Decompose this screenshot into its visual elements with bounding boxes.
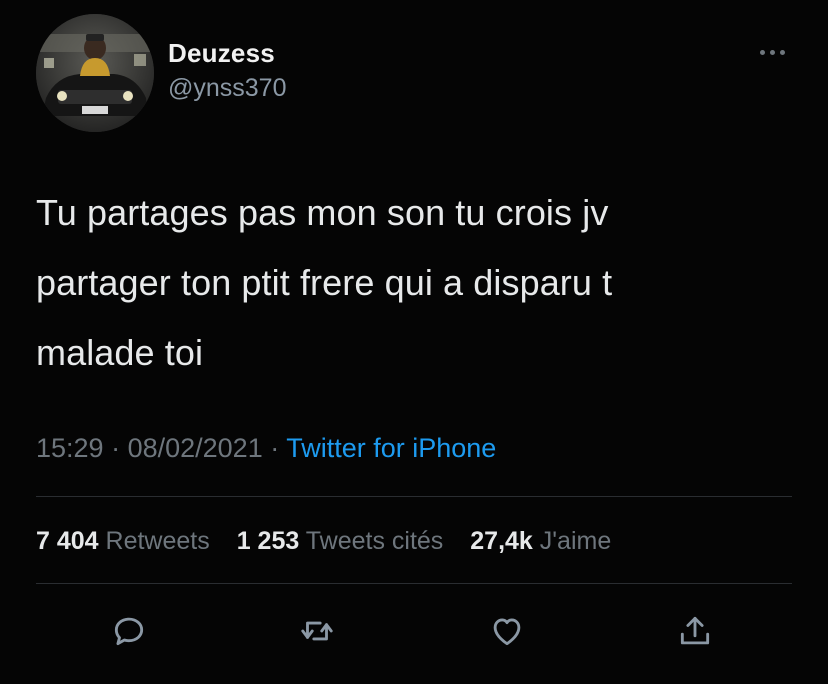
tweet-time: 15:29 — [36, 433, 104, 463]
retweet-icon[interactable] — [298, 612, 336, 650]
more-dot — [760, 50, 765, 55]
display-name[interactable]: Deuzess — [168, 38, 287, 68]
meta-separator: · — [103, 433, 128, 463]
divider — [36, 496, 792, 497]
user-handle[interactable]: @ynss370 — [168, 72, 287, 104]
likes-label[interactable]: J'aime — [540, 527, 611, 555]
tweet-detail: Deuzess @ynss370 Tu partages pas mon son… — [0, 0, 828, 684]
quotes-label[interactable]: Tweets cités — [306, 527, 444, 555]
tweet-text: Tu partages pas mon son tu crois jv part… — [36, 192, 613, 373]
reply-icon[interactable] — [110, 612, 148, 650]
tweet-stats: 7 404 Retweets 1 253 Tweets cités 27,4k … — [36, 523, 631, 559]
retweets-count[interactable]: 7 404 — [36, 527, 99, 555]
action-bar — [0, 604, 828, 654]
more-icon[interactable] — [758, 48, 788, 58]
meta-separator: · — [262, 433, 287, 463]
likes-count[interactable]: 27,4k — [470, 527, 533, 555]
avatar-photo — [36, 14, 154, 132]
more-dot — [780, 50, 785, 55]
quotes-count[interactable]: 1 253 — [237, 527, 300, 555]
avatar[interactable] — [36, 14, 154, 132]
more-dot — [770, 50, 775, 55]
tweet-date: 08/02/2021 — [127, 433, 263, 463]
tweet-header: Deuzess @ynss370 — [36, 14, 796, 132]
heart-icon[interactable] — [488, 612, 526, 650]
divider — [36, 583, 792, 584]
author-info[interactable]: Deuzess @ynss370 — [168, 38, 287, 104]
retweets-label[interactable]: Retweets — [106, 527, 210, 555]
share-icon[interactable] — [676, 612, 714, 650]
tweet-source-link[interactable]: Twitter for iPhone — [286, 433, 496, 463]
tweet-meta: 15:29 · 08/02/2021 · Twitter for iPhone — [36, 430, 496, 466]
